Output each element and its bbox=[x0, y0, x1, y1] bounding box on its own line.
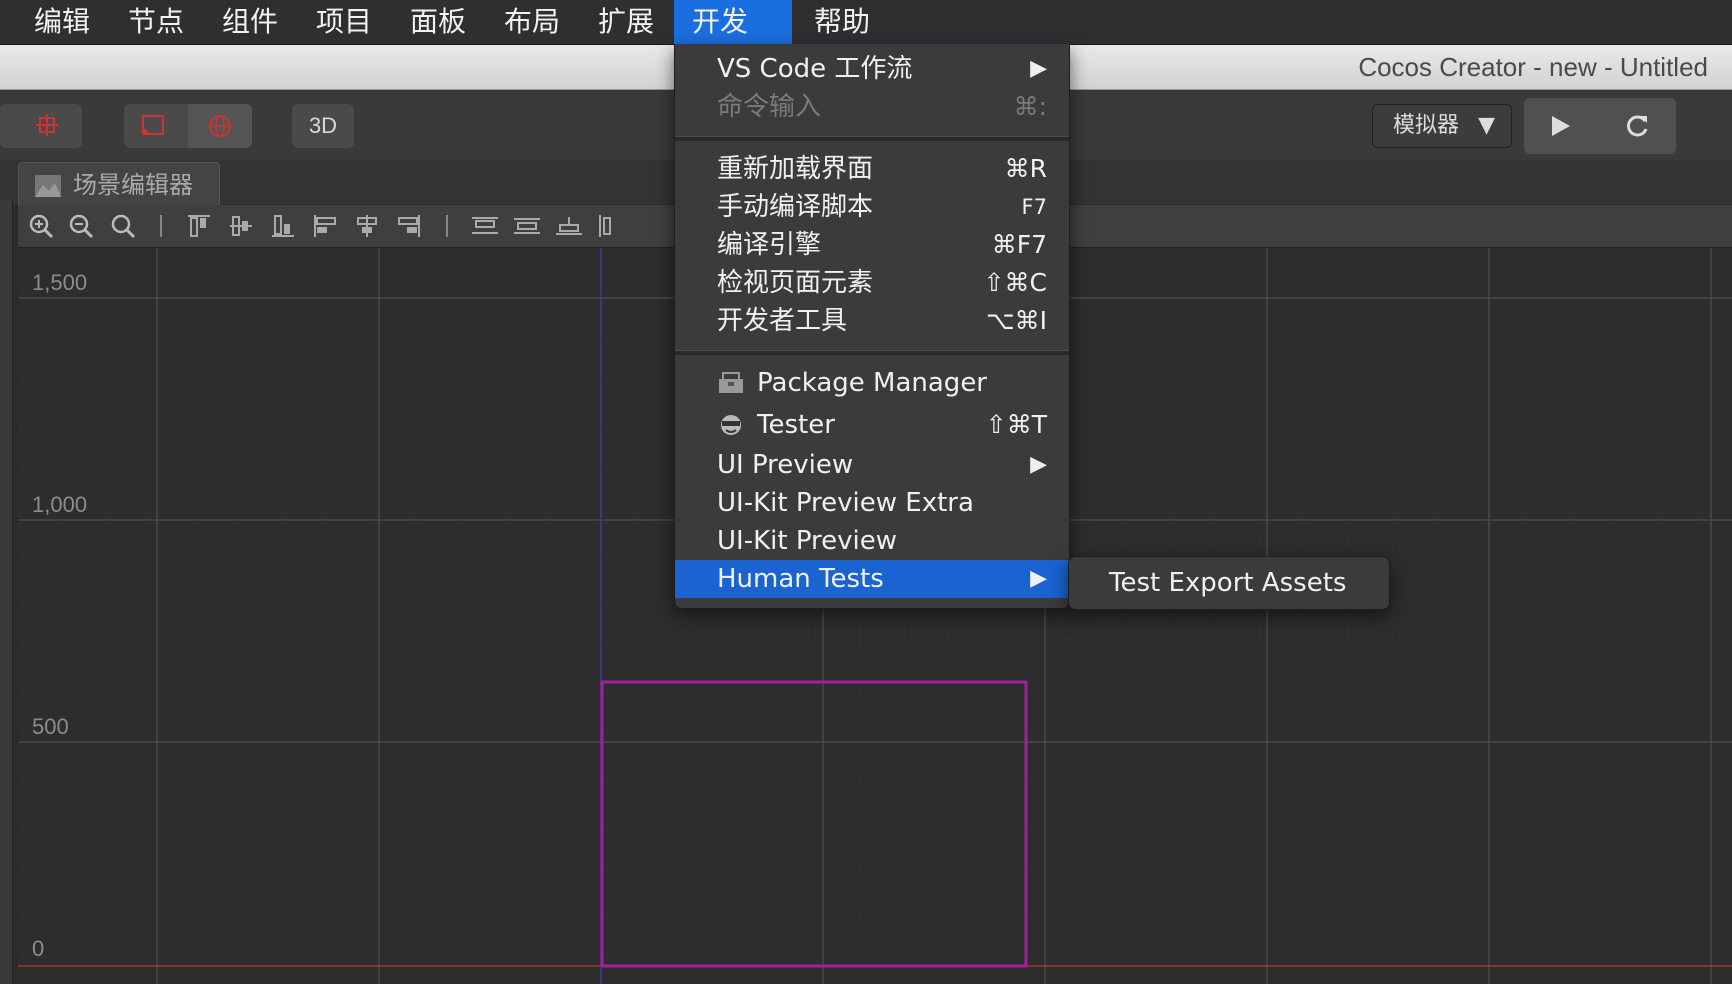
toolbar-divider bbox=[446, 215, 448, 237]
menu-item-package-manager[interactable]: Package Manager bbox=[675, 364, 1069, 402]
human-tests-submenu: Test Export Assets bbox=[1068, 556, 1390, 610]
menu-item-label: Human Tests bbox=[717, 564, 884, 594]
menu-project[interactable]: 项目 bbox=[298, 0, 390, 44]
menu-item-shortcut: F7 bbox=[1021, 195, 1047, 219]
menu-separator bbox=[675, 136, 1069, 141]
menu-item-shortcut: ⌘: bbox=[1013, 92, 1047, 121]
menu-item-label: Tester bbox=[757, 410, 835, 440]
menu-item-shortcut: ⌘R bbox=[1004, 154, 1047, 183]
menu-item-label: 重新加载界面 bbox=[717, 154, 874, 184]
menu-item-label: 命令输入 bbox=[717, 92, 822, 122]
gizmo-group bbox=[124, 104, 252, 148]
y-axis-label: 1,000 bbox=[32, 492, 88, 517]
menu-developer[interactable]: 开发者 bbox=[674, 0, 792, 82]
toolbar-divider bbox=[160, 215, 162, 237]
menu-edit[interactable]: 编辑 bbox=[16, 0, 108, 44]
3d-toggle-button[interactable]: 3D bbox=[292, 104, 354, 148]
menu-item-human-tests[interactable]: Human Tests ▶ bbox=[675, 560, 1069, 598]
menu-item-shortcut: ⇧⌘T bbox=[985, 410, 1047, 439]
align-right-icon[interactable] bbox=[396, 213, 422, 239]
play-icon[interactable] bbox=[1548, 114, 1572, 138]
tab-scene-editor[interactable]: 场景编辑器 bbox=[18, 162, 220, 206]
zoom-in-icon[interactable] bbox=[28, 213, 54, 239]
distribute-top-icon[interactable] bbox=[470, 213, 498, 239]
menu-item-label: 检视页面元素 bbox=[717, 268, 874, 298]
refresh-icon[interactable] bbox=[1624, 113, 1650, 139]
menu-item-uikit-preview[interactable]: UI-Kit Preview bbox=[675, 522, 1069, 560]
menu-item-test-export-assets[interactable]: Test Export Assets bbox=[1109, 557, 1346, 609]
submenu-arrow-icon: ▶ bbox=[1030, 566, 1047, 591]
menu-extension[interactable]: 扩展 bbox=[580, 0, 672, 44]
menubar: 编辑 节点 组件 项目 面板 布局 扩展 开发者 帮助 bbox=[0, 0, 1732, 82]
menu-item-vscode-workflow[interactable]: VS Code 工作流 ▶ bbox=[675, 50, 1069, 88]
menu-item-shortcut: ⌥⌘I bbox=[985, 306, 1047, 335]
menu-separator bbox=[675, 350, 1069, 355]
rect-tool-icon[interactable] bbox=[140, 113, 168, 139]
scene-icon bbox=[35, 175, 61, 197]
menu-node[interactable]: 节点 bbox=[110, 0, 202, 44]
menu-layout[interactable]: 布局 bbox=[486, 0, 578, 44]
menu-item-label: VS Code 工作流 bbox=[717, 54, 913, 84]
menu-panel[interactable]: 面板 bbox=[392, 0, 484, 44]
align-left-icon[interactable] bbox=[312, 213, 338, 239]
move-tool-icon bbox=[36, 114, 58, 136]
submenu-arrow-icon: ▶ bbox=[1030, 452, 1047, 477]
y-axis-label: 1,500 bbox=[32, 270, 88, 295]
align-hcenter-icon[interactable] bbox=[354, 213, 380, 239]
menu-component[interactable]: 组件 bbox=[204, 0, 296, 44]
simulator-select[interactable]: 模拟器 ▼ bbox=[1372, 104, 1512, 148]
distribute-bottom-icon[interactable] bbox=[554, 213, 582, 239]
menu-item-tester[interactable]: Tester ⇧⌘T bbox=[675, 406, 1069, 444]
distribute-left-icon[interactable] bbox=[596, 213, 622, 239]
preview-controls bbox=[1524, 98, 1676, 154]
menu-item-label: UI Preview bbox=[717, 450, 854, 480]
simulator-label: 模拟器 bbox=[1393, 113, 1460, 138]
y-axis-label: 500 bbox=[32, 714, 69, 739]
global-icon[interactable] bbox=[206, 113, 234, 139]
align-vcenter-icon[interactable] bbox=[228, 213, 254, 239]
menu-item-label: 编译引擎 bbox=[717, 230, 822, 260]
distribute-vcenter-icon[interactable] bbox=[512, 213, 540, 239]
move-tool-button[interactable] bbox=[0, 104, 82, 148]
zoom-out-icon[interactable] bbox=[68, 213, 94, 239]
tester-icon bbox=[721, 415, 741, 435]
submenu-arrow-icon: ▶ bbox=[1030, 56, 1047, 81]
align-top-icon[interactable] bbox=[186, 213, 212, 239]
menu-item-reload-ui[interactable]: 重新加载界面 ⌘R bbox=[675, 150, 1069, 188]
menu-item-ui-preview[interactable]: UI Preview ▶ bbox=[675, 446, 1069, 484]
y-axis-label: 0 bbox=[32, 936, 45, 961]
menu-item-shortcut: ⌘F7 bbox=[991, 230, 1047, 259]
developer-menu: VS Code 工作流 ▶ 命令输入 ⌘: 重新加载界面 ⌘R 手动编译脚本 F… bbox=[674, 44, 1070, 609]
menu-item-command-input: 命令输入 ⌘: bbox=[675, 88, 1069, 126]
chevron-down-icon: ▼ bbox=[1478, 113, 1495, 138]
left-panel-edge bbox=[0, 200, 13, 984]
menu-item-label: 手动编译脚本 bbox=[717, 192, 874, 222]
scene-tab-label: 场景编辑器 bbox=[73, 171, 193, 199]
menu-item-label: UI-Kit Preview bbox=[717, 526, 898, 556]
package-icon bbox=[719, 372, 743, 393]
menu-item-label: Package Manager bbox=[757, 368, 988, 398]
menu-item-compile-scripts[interactable]: 手动编译脚本 F7 bbox=[675, 188, 1069, 226]
menu-item-shortcut: ⇧⌘C bbox=[983, 268, 1047, 297]
menu-item-label: 开发者工具 bbox=[717, 306, 848, 336]
menu-item-uikit-preview-extra[interactable]: UI-Kit Preview Extra bbox=[675, 484, 1069, 522]
menu-item-label: UI-Kit Preview Extra bbox=[717, 488, 974, 518]
menu-item-compile-engine[interactable]: 编译引擎 ⌘F7 bbox=[675, 226, 1069, 264]
menu-item-devtools[interactable]: 开发者工具 ⌥⌘I bbox=[675, 302, 1069, 340]
menu-help[interactable]: 帮助 bbox=[796, 0, 888, 44]
align-bottom-icon[interactable] bbox=[270, 213, 296, 239]
zoom-reset-icon[interactable] bbox=[110, 213, 136, 239]
menu-item-inspect-element[interactable]: 检视页面元素 ⇧⌘C bbox=[675, 264, 1069, 302]
window-title: Cocos Creator - new - Untitled bbox=[1358, 52, 1708, 82]
